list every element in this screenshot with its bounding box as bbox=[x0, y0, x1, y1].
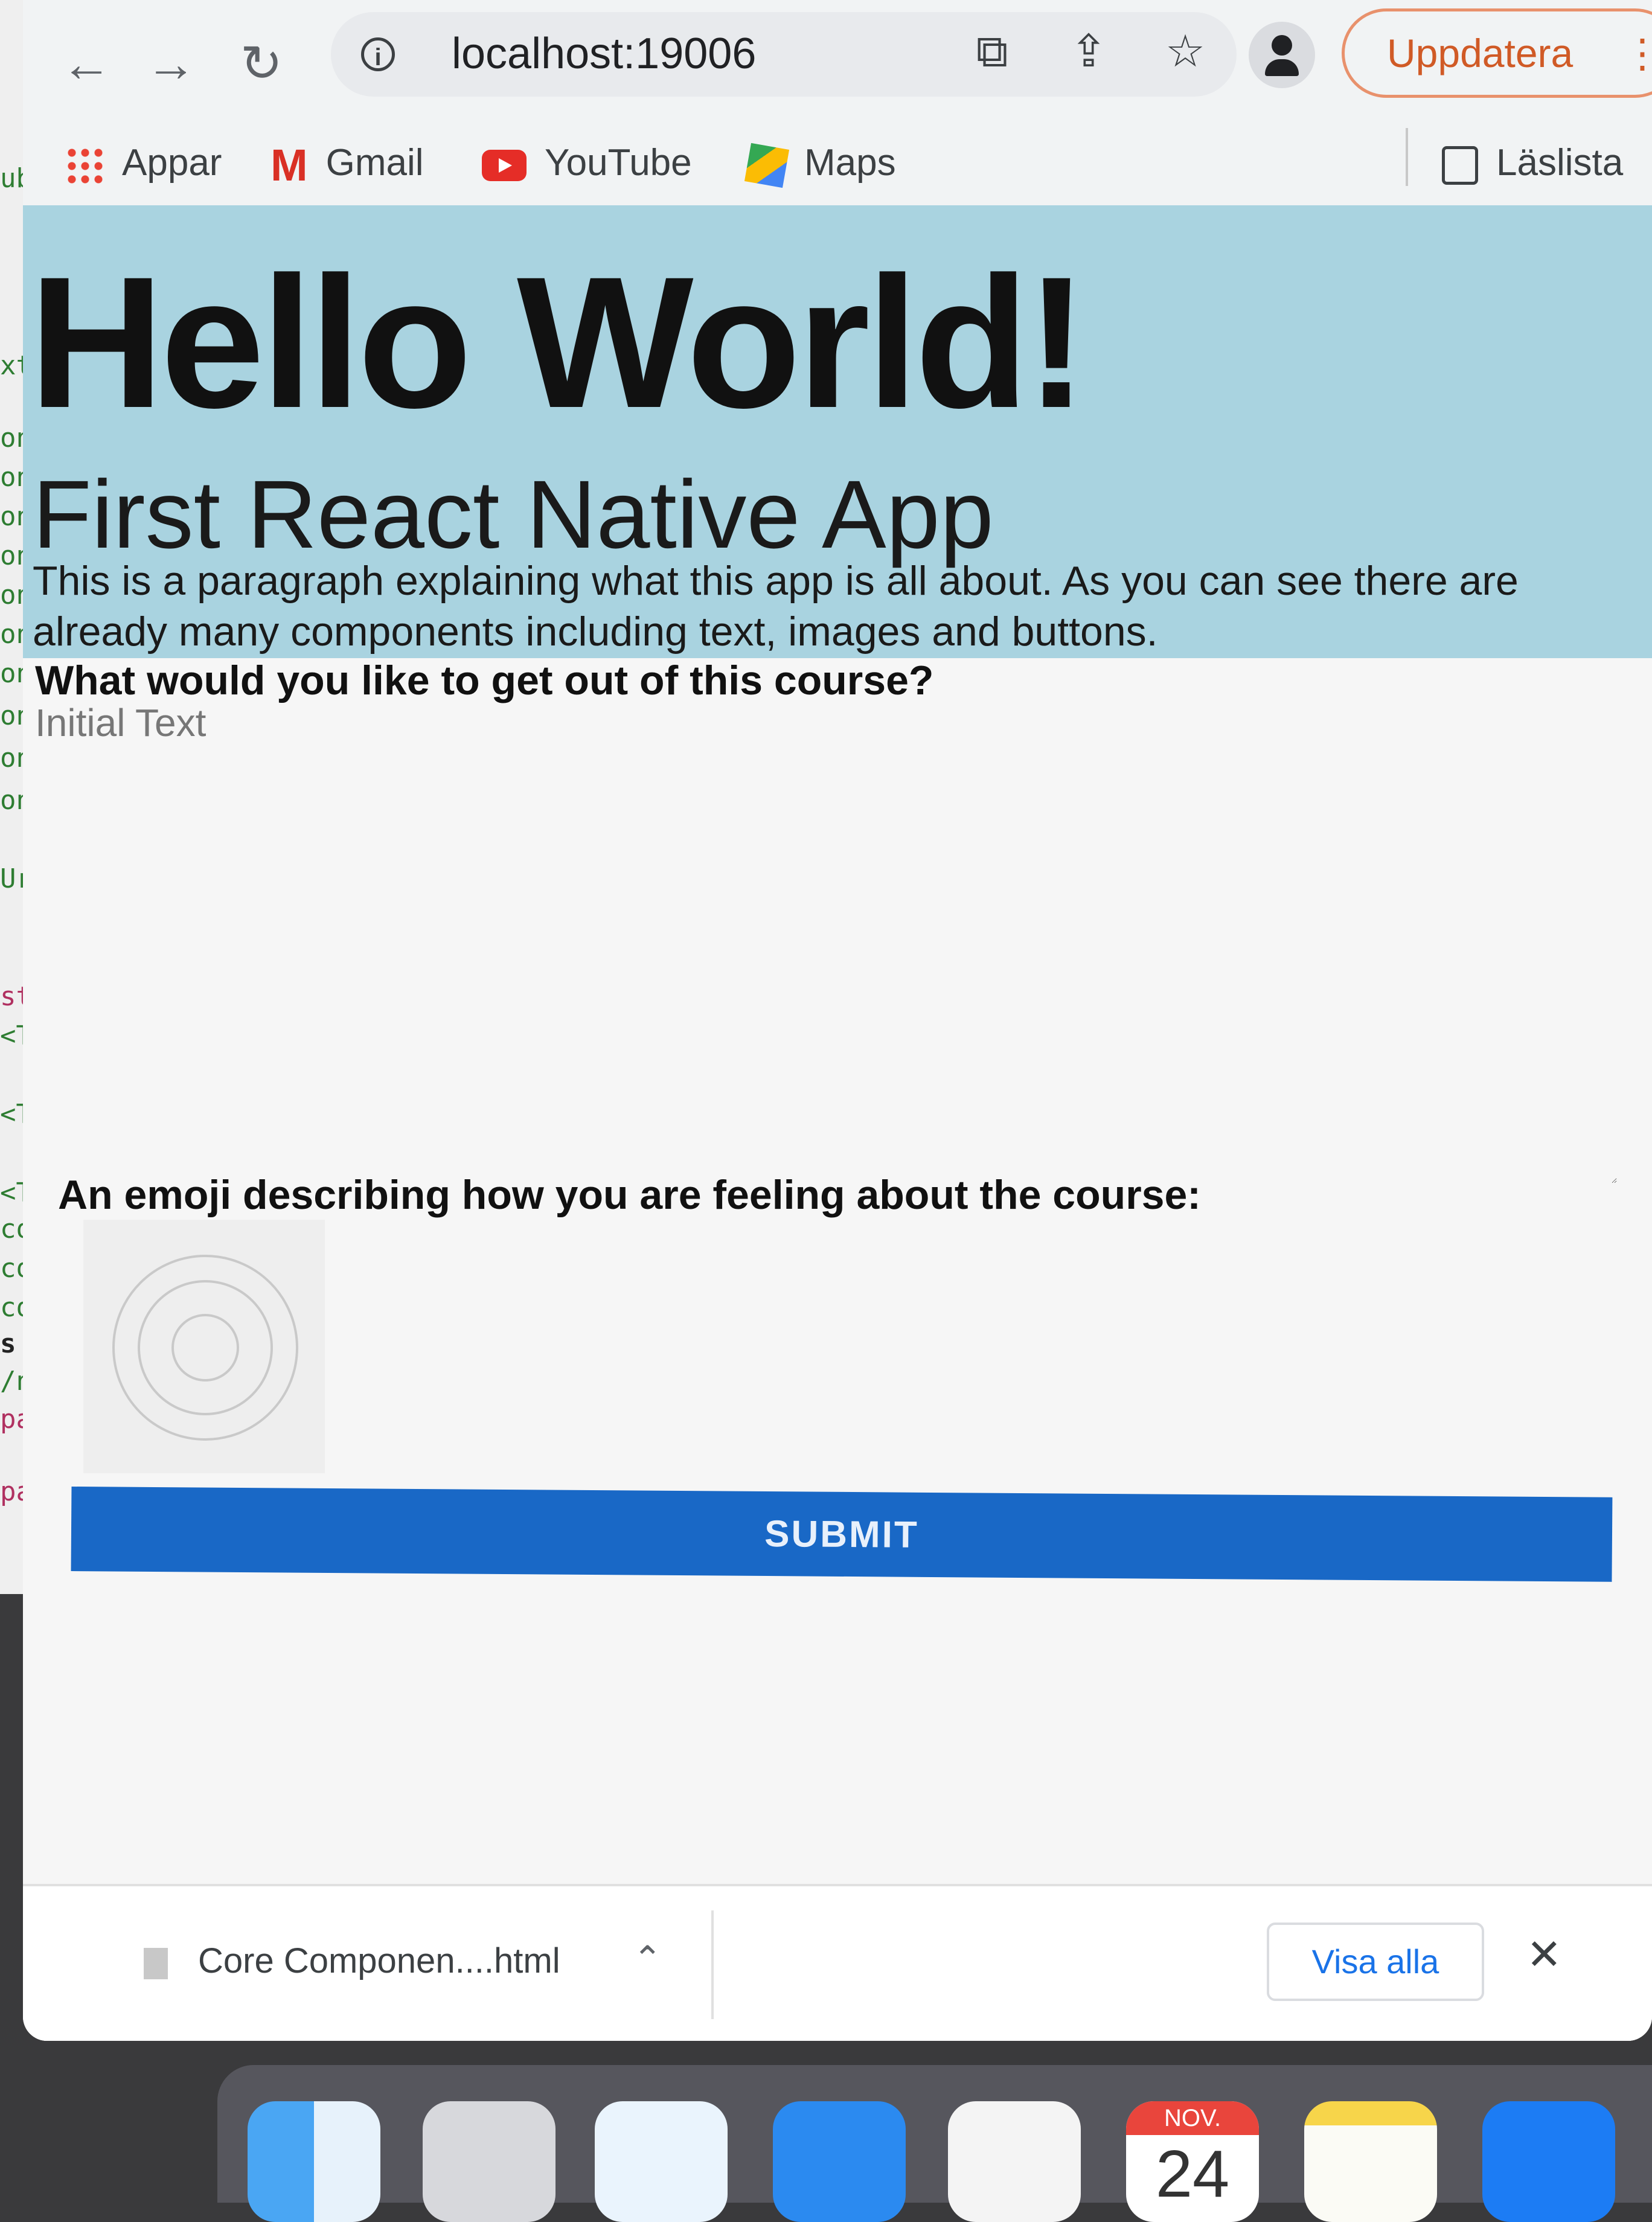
macos-dock: NOV. 24 bbox=[217, 2065, 1652, 2222]
bookmark-apps[interactable]: Appar bbox=[65, 133, 222, 193]
page-subtitle: First React Native App bbox=[33, 460, 994, 568]
notes-icon[interactable] bbox=[1304, 2101, 1437, 2222]
apps-grid-icon bbox=[65, 146, 104, 185]
info-icon[interactable]: i bbox=[361, 37, 395, 71]
reload-button[interactable]: ↻ bbox=[234, 36, 289, 91]
translate-icon[interactable]: ⧉ bbox=[965, 24, 1019, 78]
bookmarks-bar: Appar M Gmail YouTube Maps Läslista bbox=[23, 121, 1652, 205]
app-store-icon[interactable] bbox=[1482, 2101, 1615, 2222]
update-label: Uppdatera bbox=[1387, 31, 1574, 75]
bookmark-gmail[interactable]: M Gmail bbox=[271, 133, 424, 193]
safari-icon[interactable] bbox=[595, 2101, 728, 2222]
emoji-label: An emoji describing how you are feeling … bbox=[58, 1172, 1201, 1218]
photos-icon[interactable] bbox=[948, 2101, 1081, 2222]
bookmark-label: YouTube bbox=[545, 142, 692, 184]
reading-list-icon bbox=[1442, 146, 1478, 185]
course-answer-input[interactable]: Initial Text bbox=[35, 700, 1617, 1183]
profile-avatar-icon[interactable] bbox=[1249, 22, 1315, 88]
arrow-left-icon: ← bbox=[61, 35, 112, 92]
calendar-day: 24 bbox=[1155, 2137, 1230, 2211]
downloads-divider bbox=[711, 1910, 714, 2019]
bookmark-star-icon[interactable]: ☆ bbox=[1158, 24, 1212, 78]
intro-paragraph: This is a paragraph explaining what this… bbox=[33, 558, 1519, 655]
finder-icon[interactable] bbox=[248, 2101, 380, 2222]
calendar-month: NOV. bbox=[1126, 2101, 1259, 2135]
share-icon[interactable]: ⇪ bbox=[1061, 24, 1116, 78]
downloads-bar: Core Componen....html ⌃ Visa alla ✕ bbox=[23, 1884, 1652, 2041]
page-title: Hello World! bbox=[29, 237, 1088, 447]
calendar-icon[interactable]: NOV. 24 bbox=[1126, 2101, 1259, 2222]
course-question-label: What would you like to get out of this c… bbox=[35, 658, 934, 703]
youtube-icon bbox=[482, 149, 527, 181]
file-icon bbox=[144, 1947, 168, 1979]
arrow-right-icon: → bbox=[146, 35, 196, 92]
forward-button[interactable]: → bbox=[144, 36, 198, 91]
bookmark-label: Gmail bbox=[325, 142, 424, 184]
more-menu-icon[interactable]: ⋮ bbox=[1622, 11, 1652, 95]
show-all-button[interactable]: Visa alla bbox=[1267, 1923, 1484, 2001]
maps-icon bbox=[744, 142, 790, 188]
launchpad-icon[interactable] bbox=[423, 2101, 555, 2222]
gmail-icon: M bbox=[271, 139, 308, 190]
address-url: localhost:19006 bbox=[452, 30, 757, 78]
download-file-name: Core Componen....html bbox=[198, 1941, 560, 1980]
bookmark-label: Appar bbox=[122, 142, 222, 184]
update-button[interactable]: Uppdatera ⋮ bbox=[1342, 8, 1652, 98]
bookmark-label: Maps bbox=[804, 142, 896, 184]
chevron-up-icon[interactable]: ⌃ bbox=[633, 1938, 662, 1979]
download-item[interactable]: Core Componen....html bbox=[144, 1941, 560, 1981]
emoji-picker[interactable] bbox=[83, 1220, 325, 1473]
reading-list-label: Läslista bbox=[1496, 142, 1624, 184]
browser-toolbar: ← → ↻ i localhost:19006 ⧉ ⇪ ☆ Uppdatera ⋮ bbox=[23, 0, 1652, 121]
submit-button[interactable]: SUBMIT bbox=[71, 1487, 1613, 1582]
emoji-placeholder-inner-ring bbox=[171, 1314, 239, 1382]
close-icon[interactable]: ✕ bbox=[1526, 1930, 1562, 1979]
mail-icon[interactable] bbox=[773, 2101, 906, 2222]
browser-window: ← → ↻ i localhost:19006 ⧉ ⇪ ☆ Uppdatera ⋮… bbox=[23, 0, 1652, 2041]
back-button[interactable]: ← bbox=[59, 36, 114, 91]
bookmarks-divider bbox=[1406, 128, 1408, 186]
reading-list-button[interactable]: Läslista bbox=[1442, 133, 1623, 193]
page-viewport: Hello World! First React Native App This… bbox=[23, 205, 1652, 2041]
bookmark-maps[interactable]: Maps bbox=[744, 133, 896, 193]
reload-icon: ↻ bbox=[240, 35, 283, 92]
bookmark-youtube[interactable]: YouTube bbox=[482, 133, 692, 193]
